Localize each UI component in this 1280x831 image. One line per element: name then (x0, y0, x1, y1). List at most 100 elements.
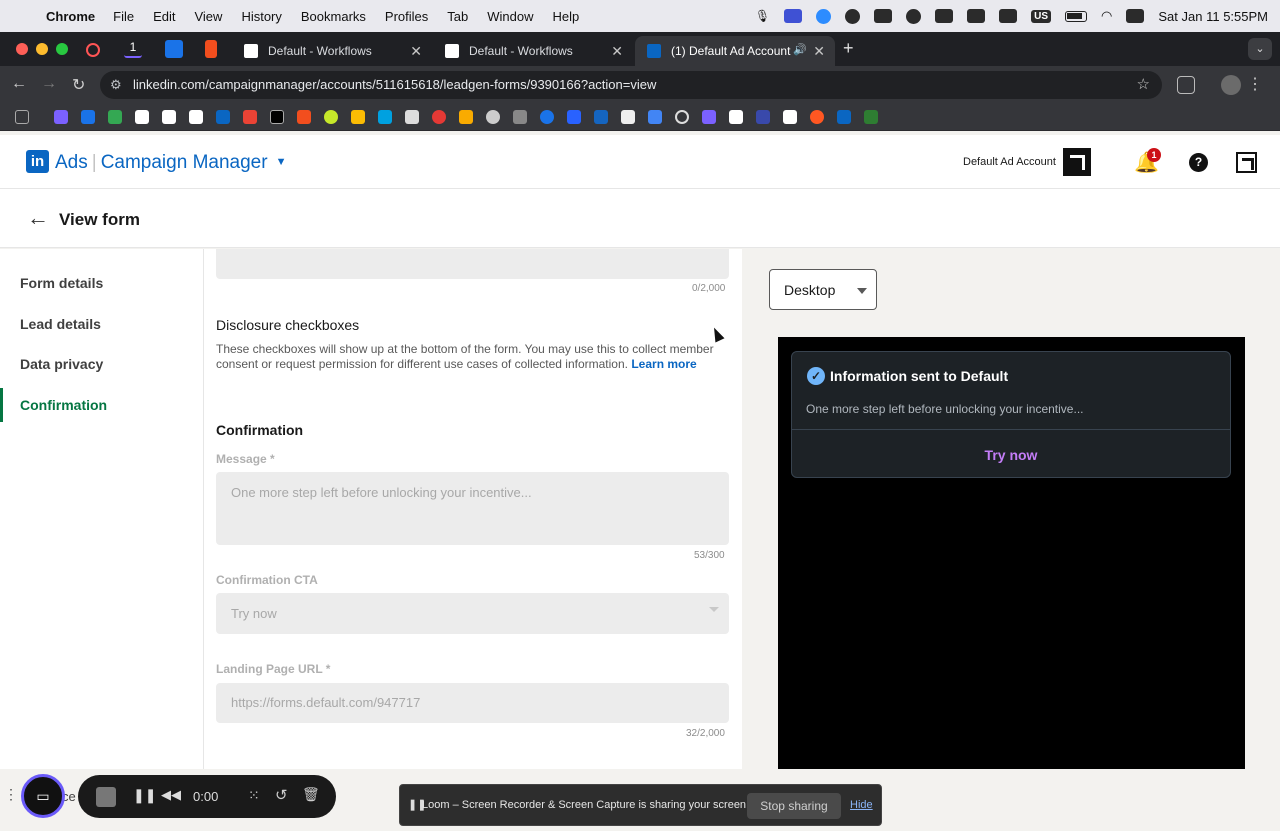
bookmark-icon[interactable] (351, 110, 365, 124)
bookmark-icon[interactable] (783, 110, 797, 124)
nav-lead-details[interactable]: Lead details (0, 307, 204, 341)
calendar-icon[interactable] (874, 9, 893, 23)
forward-nav-icon[interactable]: → (41, 75, 57, 93)
bookmark-icon[interactable] (513, 110, 527, 124)
bookmark-icon[interactable] (540, 110, 554, 124)
close-tab-icon[interactable]: ✕ (813, 43, 825, 60)
bookmark-icon[interactable] (81, 110, 95, 124)
menu-tab[interactable]: Tab (447, 9, 468, 24)
bookmark-icon[interactable] (648, 110, 662, 124)
menu-history[interactable]: History (241, 9, 281, 24)
menu-edit[interactable]: Edit (153, 9, 175, 24)
bookmark-icon[interactable] (378, 110, 392, 124)
screen-share-icon[interactable] (784, 9, 803, 23)
account-logo[interactable] (1063, 148, 1091, 176)
linkedin-logo[interactable]: in (26, 150, 49, 173)
site-settings-icon[interactable]: ⚙ (110, 71, 122, 99)
reload-icon[interactable]: ↻ (72, 75, 85, 95)
card-cta-button[interactable]: Try now (792, 447, 1230, 463)
nav-form-details[interactable]: Form details (0, 266, 204, 300)
account-name[interactable]: Default Ad Account (963, 156, 1056, 168)
menu-window[interactable]: Window (487, 9, 533, 24)
bookmark-icon[interactable] (594, 110, 608, 124)
device-select[interactable]: Desktop (769, 269, 877, 310)
grid-icon[interactable]: ⁙ (248, 787, 260, 804)
tab-workflows-1[interactable]: Default - Workflows ✕ (232, 36, 432, 66)
bookmark-icon[interactable] (162, 110, 176, 124)
bookmark-icon[interactable] (54, 110, 68, 124)
bookmark-star-icon[interactable]: ☆ (1137, 71, 1150, 99)
layers-icon[interactable] (999, 9, 1018, 23)
address-url[interactable]: linkedin.com/campaignmanager/accounts/51… (133, 77, 656, 92)
landing-url-field[interactable]: https://forms.default.com/947717 (216, 683, 729, 723)
close-tab-icon[interactable]: ✕ (410, 43, 422, 60)
stop-sharing-button[interactable]: Stop sharing (747, 793, 841, 819)
bookmark-icon[interactable] (675, 110, 689, 124)
bookmark-icon[interactable] (216, 110, 230, 124)
menu-profiles[interactable]: Profiles (385, 9, 428, 24)
pinned-tab-linear[interactable]: 1 (124, 40, 142, 58)
control-center-icon[interactable] (1126, 9, 1145, 23)
bookmark-icon[interactable] (756, 110, 770, 124)
extensions-icon[interactable] (1177, 76, 1195, 94)
camera-icon[interactable]: ▭ (21, 774, 65, 818)
bookmark-icon[interactable] (486, 110, 500, 124)
tab-workflows-2[interactable]: Default - Workflows ✕ (433, 36, 633, 66)
profile-avatar[interactable] (1221, 75, 1241, 95)
battery-icon[interactable] (1065, 10, 1088, 22)
grammarly-icon[interactable] (845, 8, 861, 24)
bookmark-icon[interactable] (405, 110, 419, 124)
new-tab-button[interactable]: + (843, 38, 854, 59)
bookmark-icon[interactable] (243, 110, 257, 124)
nav-confirmation[interactable]: Confirmation (0, 388, 204, 422)
bookmark-icon[interactable] (810, 110, 824, 124)
zoom-window-button[interactable] (56, 43, 68, 55)
zoom-icon[interactable] (816, 8, 832, 24)
bookmark-icon[interactable] (432, 110, 446, 124)
bookmark-icon[interactable] (864, 110, 878, 124)
close-window-button[interactable] (16, 43, 28, 55)
bookmark-icon[interactable] (567, 110, 581, 124)
learn-more-link[interactable]: Learn more (631, 357, 696, 371)
bookmark-icon[interactable] (297, 110, 311, 124)
help-icon[interactable]: ? (1189, 153, 1208, 172)
microphone-icon[interactable]: 🎙 (755, 9, 770, 23)
bookmark-icon[interactable] (108, 110, 122, 124)
bookmark-icon[interactable] (324, 110, 338, 124)
apps-grid-icon[interactable] (15, 110, 29, 124)
chatgpt-icon[interactable] (906, 8, 922, 24)
nav-data-privacy[interactable]: Data privacy (0, 347, 204, 381)
bookmark-icon[interactable] (459, 110, 473, 124)
bookmark-icon[interactable] (270, 110, 284, 124)
profile-logo[interactable] (1236, 152, 1257, 173)
tab-search-chevron-icon[interactable]: ⌄ (1248, 38, 1272, 60)
menu-app-name[interactable]: Chrome (46, 9, 95, 24)
bookmark-icon[interactable] (729, 110, 743, 124)
bookmark-icon[interactable] (189, 110, 203, 124)
close-tab-icon[interactable]: ✕ (611, 43, 623, 60)
raycast-icon[interactable] (967, 9, 986, 23)
pause-icon[interactable]: ❚❚ (133, 787, 156, 804)
hide-share-bar-link[interactable]: Hide (850, 799, 873, 811)
back-nav-icon[interactable]: ← (11, 75, 27, 93)
bookmark-icon[interactable] (837, 110, 851, 124)
menubar-clock[interactable]: Sat Jan 11 5:55PM (1158, 9, 1268, 24)
menu-help[interactable]: Help (553, 9, 580, 24)
pinned-tab-calendar[interactable] (165, 40, 183, 58)
back-arrow-icon[interactable]: ← (27, 205, 49, 231)
address-bar[interactable]: ⚙ linkedin.com/campaignmanager/accounts/… (100, 71, 1162, 99)
pinned-tab-figma[interactable] (205, 40, 217, 58)
message-field[interactable]: One more step left before unlocking your… (216, 472, 729, 545)
menu-file[interactable]: File (113, 9, 134, 24)
trash-icon[interactable]: 🗑 (302, 786, 320, 803)
input-source-badge[interactable]: US (1031, 9, 1052, 23)
wifi-icon[interactable]: ◠ (1101, 8, 1112, 24)
bookmark-icon[interactable] (135, 110, 149, 124)
privacy-text-area[interactable] (216, 249, 729, 279)
tab-campaign-manager[interactable]: (1) Default Ad Account | Li 🔊 ✕ (635, 36, 835, 66)
minimize-window-button[interactable] (36, 43, 48, 55)
product-switcher[interactable]: Ads | Campaign Manager ▼ (55, 152, 286, 174)
stop-recording-icon[interactable] (96, 787, 116, 807)
bookmark-icon[interactable] (621, 110, 635, 124)
rewind-icon[interactable]: ◀◀ (161, 787, 181, 803)
